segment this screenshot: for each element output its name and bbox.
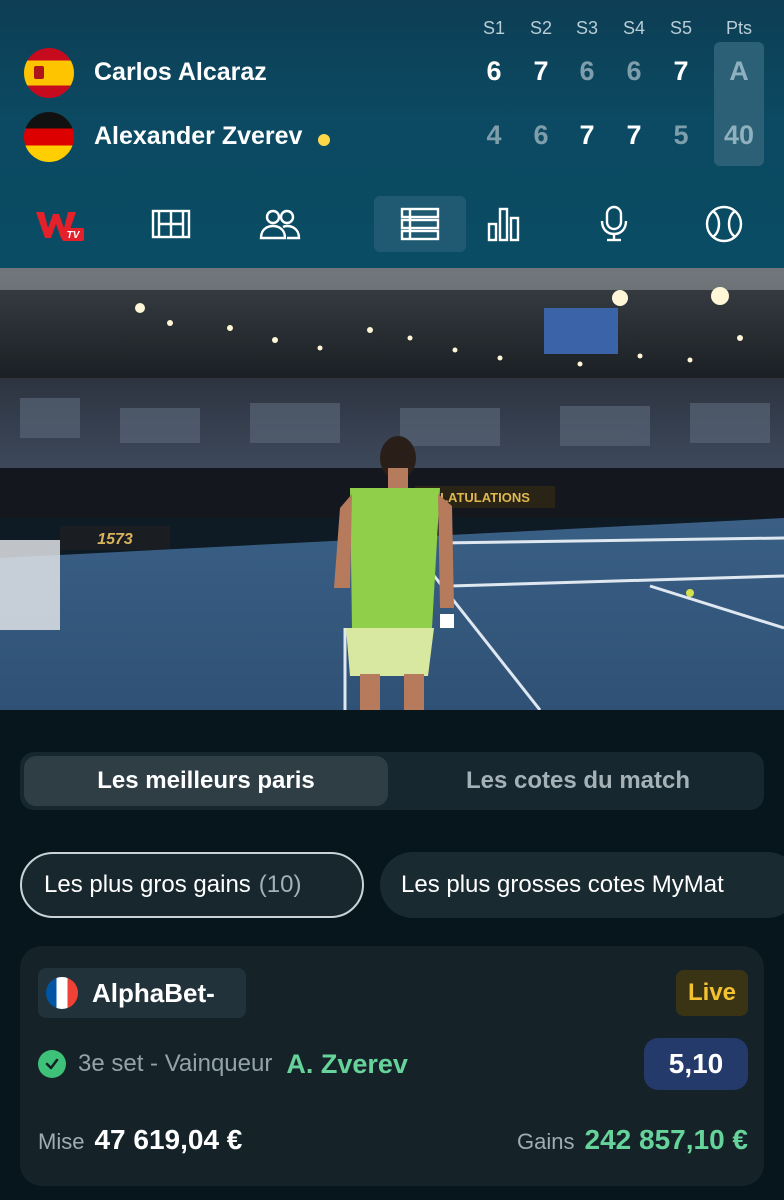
serving-indicator-icon — [318, 134, 330, 146]
set-score: 7 — [626, 120, 642, 150]
set-header-2: S2 — [529, 18, 553, 38]
svg-text:LATULATIONS: LATULATIONS — [440, 490, 530, 505]
tab-match-odds[interactable]: Les cotes du match — [396, 756, 760, 806]
scoreboard-header: S1 S2 S3 S4 S5 Pts Carlos Alcaraz 6 7 6 … — [0, 0, 784, 268]
france-flag-icon — [46, 977, 78, 1009]
nav-commentary[interactable] — [568, 196, 660, 252]
set-header-1: S1 — [482, 18, 506, 38]
nav-w-tv[interactable]: TV — [14, 196, 106, 252]
svg-text:TV: TV — [67, 230, 81, 241]
live-video-player[interactable]: LATULATIONS 1573 — [0, 268, 784, 710]
microphone-icon — [600, 205, 628, 242]
set-header-5: S5 — [669, 18, 693, 38]
nav-court[interactable] — [125, 196, 217, 252]
live-badge: Live — [676, 970, 748, 1016]
filter-chip-biggest-odds[interactable]: Les plus grosses cotes MyMat — [380, 852, 784, 918]
game-points: A — [729, 56, 749, 86]
set-score: 7 — [533, 56, 549, 86]
w-tv-logo-icon: TV — [36, 212, 84, 241]
bet-selection-name: A. Zverev — [286, 1048, 408, 1079]
nav-stats[interactable] — [458, 196, 550, 252]
bets-segmented-control: Les meilleurs paris Les cotes du match — [20, 752, 764, 810]
set-header-3: S3 — [575, 18, 599, 38]
set-score: 5 — [673, 120, 689, 150]
bookmaker-badge: AlphaBet- — [38, 968, 246, 1018]
tennis-ball-icon — [705, 205, 743, 243]
chip-count: (10) — [258, 871, 302, 898]
tab-top-bets[interactable]: Les meilleurs paris — [24, 756, 388, 806]
stake: Mise 47 619,04 € — [38, 1124, 242, 1156]
set-score: 7 — [579, 120, 595, 150]
player-name: Carlos Alcaraz — [94, 58, 267, 86]
set-score: 4 — [486, 120, 502, 150]
stats-bar-chart-icon — [487, 207, 520, 242]
set-score: 6 — [579, 56, 595, 86]
set-score: 6 — [533, 120, 549, 150]
player-name: Alexander Zverev — [94, 122, 303, 150]
player-row-zverev[interactable]: Alexander Zverev 4 6 7 7 5 40 — [0, 108, 784, 168]
set-score: 6 — [486, 56, 502, 86]
set-score: 7 — [673, 56, 689, 86]
gains-value: 242 857,10 € — [584, 1124, 749, 1155]
nav-bets[interactable] — [374, 196, 466, 252]
bet-card[interactable]: AlphaBet- Live 3e set - Vainqueur A. Zve… — [20, 946, 764, 1186]
nav-players[interactable] — [234, 196, 326, 252]
nav-tennis[interactable] — [678, 196, 770, 252]
stake-label: Mise — [38, 1129, 85, 1154]
gains: Gains 242 857,10 € — [517, 1124, 748, 1156]
gains-label: Gains — [517, 1129, 575, 1154]
chip-label: Les plus gros gains — [44, 871, 251, 898]
stake-value: 47 619,04 € — [94, 1124, 243, 1155]
germany-flag-icon — [24, 112, 74, 162]
set-header-4: S4 — [622, 18, 646, 38]
points-header: Pts — [725, 18, 752, 38]
spain-flag-icon — [24, 48, 74, 98]
game-points: 40 — [723, 120, 755, 150]
set-headers: S1 S2 S3 S4 S5 Pts — [0, 18, 784, 42]
set-score: 6 — [626, 56, 642, 86]
odds-value: 5,10 — [644, 1038, 748, 1090]
bets-list-icon — [400, 207, 440, 241]
bet-selection: 3e set - Vainqueur A. Zverev — [38, 1042, 408, 1086]
filter-chip-biggest-wins[interactable]: Les plus gros gains (10) — [20, 852, 364, 918]
bookmaker-name: AlphaBet- — [92, 977, 215, 1008]
tennis-court-icon — [151, 209, 191, 239]
check-circle-icon — [38, 1050, 66, 1078]
bet-market: 3e set - Vainqueur — [78, 1050, 273, 1077]
svg-text:1573: 1573 — [97, 531, 133, 548]
match-nav: TV — [0, 196, 784, 254]
video-frame: LATULATIONS 1573 — [0, 268, 784, 710]
players-icon — [259, 209, 301, 240]
player-row-alcaraz[interactable]: Carlos Alcaraz 6 7 6 6 7 A — [0, 44, 784, 104]
chip-label: Les plus grosses cotes MyMat — [401, 871, 724, 898]
